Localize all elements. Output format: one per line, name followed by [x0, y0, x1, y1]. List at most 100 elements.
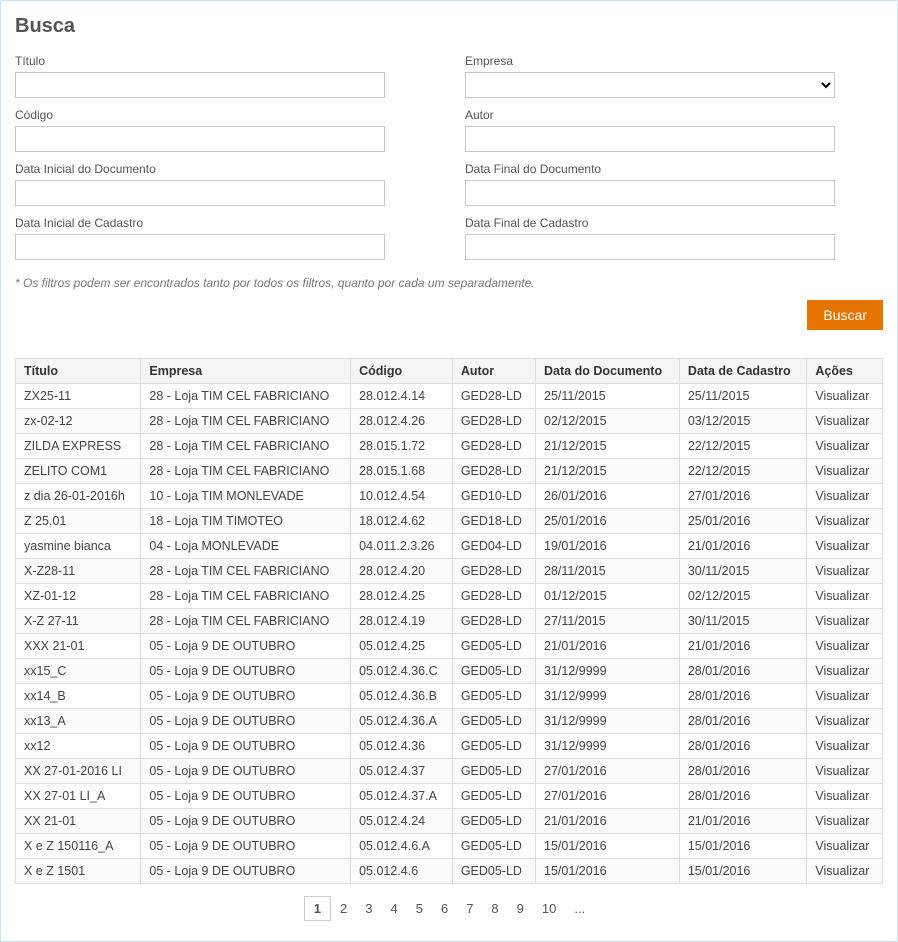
cell-autor: GED05-LD: [452, 784, 535, 809]
view-link[interactable]: Visualizar: [815, 714, 869, 728]
view-link[interactable]: Visualizar: [815, 514, 869, 528]
table-row: ZX25-1128 - Loja TIM CEL FABRICIANO28.01…: [16, 384, 883, 409]
pager-page[interactable]: 6: [432, 897, 457, 920]
cell-data-cadastro: 21/01/2016: [679, 534, 807, 559]
cell-data-documento: 26/01/2016: [536, 484, 680, 509]
table-row: ZILDA EXPRESS28 - Loja TIM CEL FABRICIAN…: [16, 434, 883, 459]
cell-titulo: XXX 21-01: [16, 634, 141, 659]
cell-codigo: 05.012.4.25: [351, 634, 453, 659]
pager-page[interactable]: 10: [533, 897, 565, 920]
view-link[interactable]: Visualizar: [815, 864, 869, 878]
cell-data-documento: 27/01/2016: [536, 784, 680, 809]
view-link[interactable]: Visualizar: [815, 814, 869, 828]
pager-page[interactable]: ...: [565, 897, 594, 920]
view-link[interactable]: Visualizar: [815, 689, 869, 703]
pager-page[interactable]: 9: [508, 897, 533, 920]
table-row: xx15_C05 - Loja 9 DE OUTUBRO05.012.4.36.…: [16, 659, 883, 684]
cell-data-documento: 31/12/9999: [536, 684, 680, 709]
cell-autor: GED28-LD: [452, 459, 535, 484]
filter-hint: * Os filtros podem ser encontrados tanto…: [15, 276, 883, 290]
col-autor: Autor: [452, 359, 535, 384]
view-link[interactable]: Visualizar: [815, 639, 869, 653]
view-link[interactable]: Visualizar: [815, 564, 869, 578]
input-data-final-cadastro[interactable]: [465, 234, 835, 260]
cell-data-cadastro: 30/11/2015: [679, 609, 807, 634]
cell-data-cadastro: 28/01/2016: [679, 684, 807, 709]
cell-data-documento: 31/12/9999: [536, 734, 680, 759]
cell-autor: GED28-LD: [452, 559, 535, 584]
view-link[interactable]: Visualizar: [815, 389, 869, 403]
pager-page[interactable]: 3: [356, 897, 381, 920]
cell-empresa: 05 - Loja 9 DE OUTUBRO: [141, 634, 351, 659]
input-data-final-documento[interactable]: [465, 180, 835, 206]
pager-page[interactable]: 4: [381, 897, 406, 920]
input-titulo[interactable]: [15, 72, 385, 98]
cell-titulo: yasmine bianca: [16, 534, 141, 559]
cell-empresa: 28 - Loja TIM CEL FABRICIANO: [141, 459, 351, 484]
cell-autor: GED28-LD: [452, 384, 535, 409]
view-link[interactable]: Visualizar: [815, 739, 869, 753]
cell-autor: GED05-LD: [452, 659, 535, 684]
cell-data-documento: 31/12/9999: [536, 709, 680, 734]
view-link[interactable]: Visualizar: [815, 539, 869, 553]
cell-empresa: 04 - Loja MONLEVADE: [141, 534, 351, 559]
input-data-inicial-documento[interactable]: [15, 180, 385, 206]
cell-empresa: 10 - Loja TIM MONLEVADE: [141, 484, 351, 509]
table-row: XX 27-01 LI_A05 - Loja 9 DE OUTUBRO05.01…: [16, 784, 883, 809]
cell-autor: GED05-LD: [452, 809, 535, 834]
cell-empresa: 05 - Loja 9 DE OUTUBRO: [141, 834, 351, 859]
cell-codigo: 05.012.4.36.A: [351, 709, 453, 734]
cell-empresa: 28 - Loja TIM CEL FABRICIANO: [141, 409, 351, 434]
cell-data-cadastro: 22/12/2015: [679, 459, 807, 484]
table-row: XX 21-0105 - Loja 9 DE OUTUBRO05.012.4.2…: [16, 809, 883, 834]
view-link[interactable]: Visualizar: [815, 614, 869, 628]
cell-data-documento: 28/11/2015: [536, 559, 680, 584]
cell-data-cadastro: 03/12/2015: [679, 409, 807, 434]
input-data-inicial-cadastro[interactable]: [15, 234, 385, 260]
cell-data-documento: 15/01/2016: [536, 834, 680, 859]
view-link[interactable]: Visualizar: [815, 664, 869, 678]
page-title: Busca: [15, 15, 883, 38]
view-link[interactable]: Visualizar: [815, 789, 869, 803]
cell-codigo: 28.012.4.25: [351, 584, 453, 609]
view-link[interactable]: Visualizar: [815, 839, 869, 853]
cell-data-cadastro: 28/01/2016: [679, 709, 807, 734]
select-empresa[interactable]: [465, 72, 835, 98]
view-link[interactable]: Visualizar: [815, 589, 869, 603]
view-link[interactable]: Visualizar: [815, 464, 869, 478]
cell-data-documento: 25/11/2015: [536, 384, 680, 409]
input-codigo[interactable]: [15, 126, 385, 152]
cell-data-cadastro: 28/01/2016: [679, 734, 807, 759]
cell-autor: GED28-LD: [452, 434, 535, 459]
cell-autor: GED10-LD: [452, 484, 535, 509]
view-link[interactable]: Visualizar: [815, 489, 869, 503]
view-link[interactable]: Visualizar: [815, 764, 869, 778]
cell-data-cadastro: 22/12/2015: [679, 434, 807, 459]
search-button[interactable]: Buscar: [807, 300, 883, 330]
input-autor[interactable]: [465, 126, 835, 152]
cell-data-cadastro: 25/11/2015: [679, 384, 807, 409]
cell-codigo: 28.012.4.20: [351, 559, 453, 584]
col-acoes: Ações: [807, 359, 883, 384]
cell-empresa: 28 - Loja TIM CEL FABRICIANO: [141, 609, 351, 634]
cell-codigo: 28.015.1.68: [351, 459, 453, 484]
pager-page[interactable]: 7: [457, 897, 482, 920]
cell-data-documento: 25/01/2016: [536, 509, 680, 534]
cell-codigo: 28.012.4.26: [351, 409, 453, 434]
cell-data-documento: 31/12/9999: [536, 659, 680, 684]
table-row: XXX 21-0105 - Loja 9 DE OUTUBRO05.012.4.…: [16, 634, 883, 659]
pager-page[interactable]: 1: [304, 896, 331, 921]
cell-empresa: 28 - Loja TIM CEL FABRICIANO: [141, 584, 351, 609]
pager-page[interactable]: 5: [407, 897, 432, 920]
pager-page[interactable]: 8: [482, 897, 507, 920]
cell-empresa: 05 - Loja 9 DE OUTUBRO: [141, 734, 351, 759]
cell-codigo: 10.012.4.54: [351, 484, 453, 509]
view-link[interactable]: Visualizar: [815, 414, 869, 428]
cell-empresa: 05 - Loja 9 DE OUTUBRO: [141, 759, 351, 784]
view-link[interactable]: Visualizar: [815, 439, 869, 453]
pager-page[interactable]: 2: [331, 897, 356, 920]
cell-data-documento: 21/12/2015: [536, 459, 680, 484]
table-row: Z 25.0118 - Loja TIM TIMOTEO18.012.4.62G…: [16, 509, 883, 534]
cell-data-cadastro: 25/01/2016: [679, 509, 807, 534]
cell-autor: GED28-LD: [452, 409, 535, 434]
